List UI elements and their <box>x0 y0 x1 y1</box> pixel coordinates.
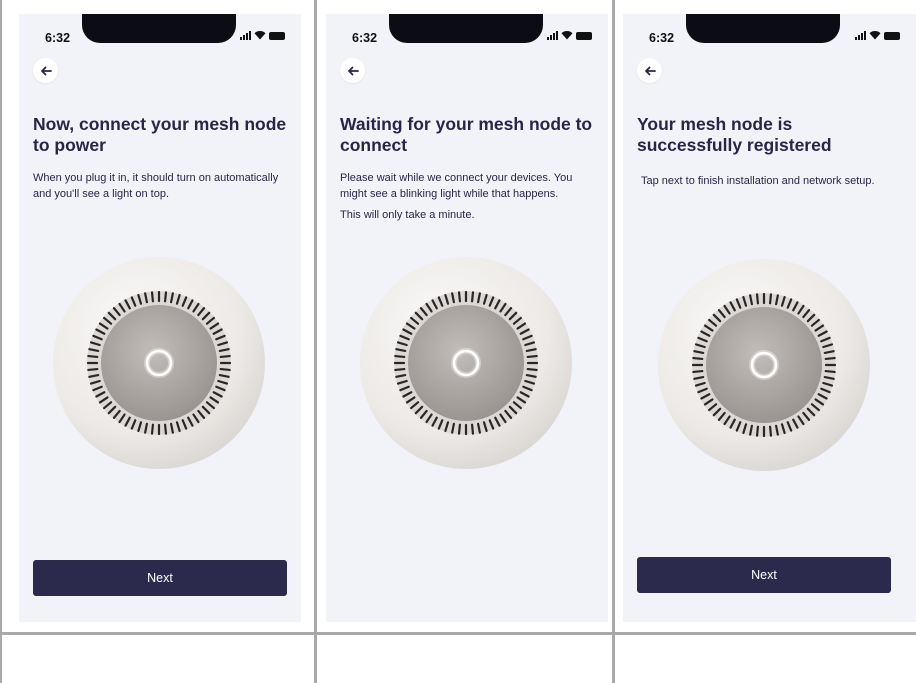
phone-screen-connect-power: 6:32 Now, connect your mesh node to powe… <box>19 14 301 622</box>
phone-screen-waiting: 6:32 Waiting for your mesh node to conne… <box>326 14 608 622</box>
cellular-signal-icon <box>240 31 251 40</box>
page-title: Now, connect your mesh node to power <box>33 114 287 155</box>
instruction-paragraph: Tap next to finish installation and netw… <box>641 175 875 187</box>
status-time: 6:32 <box>45 31 71 45</box>
page-title: Your mesh node is successfully registere… <box>637 114 832 155</box>
phone-notch <box>686 14 840 43</box>
wifi-icon <box>869 31 881 40</box>
status-icons <box>240 30 285 40</box>
instruction-text: Tap next to finish installation and netw… <box>641 173 911 189</box>
mesh-node-image <box>360 257 572 469</box>
grid-line <box>0 0 2 683</box>
status-time: 6:32 <box>649 31 675 45</box>
wifi-icon <box>254 31 266 40</box>
grid-line <box>0 632 916 635</box>
next-button[interactable]: Next <box>637 557 891 593</box>
instruction-text: Please wait while we connect your device… <box>340 170 602 223</box>
instruction-paragraph: When you plug it in, it should turn on a… <box>33 172 279 200</box>
battery-icon <box>884 32 900 40</box>
back-button[interactable] <box>637 58 662 83</box>
instruction-paragraph: This will only take a minute. <box>340 209 475 221</box>
instruction-paragraph: Please wait while we connect your device… <box>340 172 573 200</box>
grid-line <box>314 0 317 683</box>
wifi-icon <box>561 31 573 40</box>
status-icons <box>547 30 592 40</box>
phone-notch <box>389 14 543 43</box>
next-button[interactable]: Next <box>33 560 287 596</box>
grid-line <box>612 0 615 683</box>
status-icons <box>855 30 900 40</box>
battery-icon <box>576 32 592 40</box>
cellular-signal-icon <box>855 31 866 40</box>
back-button[interactable] <box>33 58 58 83</box>
status-time: 6:32 <box>352 31 378 45</box>
mesh-node-image <box>53 257 265 469</box>
phone-notch <box>82 14 236 43</box>
cellular-signal-icon <box>547 31 558 40</box>
comparison-table: 6:32 Now, connect your mesh node to powe… <box>0 0 916 683</box>
instruction-text: When you plug it in, it should turn on a… <box>33 170 295 202</box>
page-title: Waiting for your mesh node to connect <box>340 114 593 155</box>
arrow-left-icon <box>40 66 52 75</box>
battery-icon <box>269 32 285 40</box>
mesh-node-image <box>658 259 870 471</box>
arrow-left-icon <box>644 66 656 75</box>
arrow-left-icon <box>347 66 359 75</box>
top-caption <box>0 0 916 8</box>
phone-screen-registered: 6:32 Your mesh node is successfully regi… <box>623 14 916 622</box>
back-button[interactable] <box>340 58 365 83</box>
